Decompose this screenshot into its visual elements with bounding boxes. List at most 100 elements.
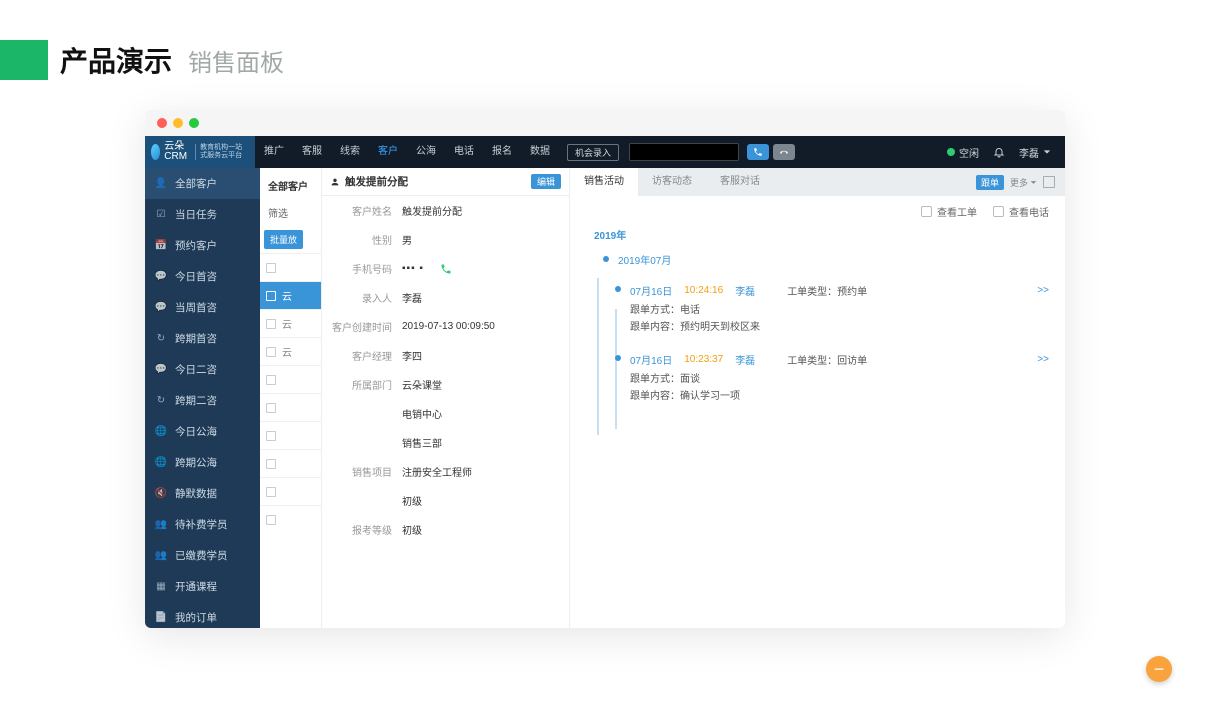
sidebar-item-label: 我的订单: [175, 610, 217, 625]
sidebar-item-7[interactable]: ↻跨期二咨: [145, 385, 260, 416]
detail-value: 李磊: [402, 290, 561, 305]
checkbox-icon[interactable]: [266, 515, 276, 525]
list-row[interactable]: 云: [260, 337, 321, 365]
nav-item-公海[interactable]: 公海: [407, 136, 445, 168]
timeline-axis: [597, 278, 599, 435]
sidebar-item-10[interactable]: 🔇静默数据: [145, 478, 260, 509]
timeline-axis-inner: [615, 309, 617, 429]
phone-icon[interactable]: [440, 263, 452, 275]
nav-item-数据[interactable]: 数据: [521, 136, 559, 168]
sidebar-icon: 🌐: [155, 426, 167, 438]
sidebar-item-14[interactable]: 📄我的订单: [145, 602, 260, 628]
detail-value: 男: [402, 232, 561, 247]
checkbox-icon[interactable]: [266, 403, 276, 413]
batch-release-button[interactable]: 批量放: [264, 230, 303, 249]
entry-more-link[interactable]: >>: [1037, 354, 1049, 365]
follow-badge[interactable]: 跟单: [976, 175, 1004, 190]
nav-item-客户[interactable]: 客户: [369, 136, 407, 168]
sidebar-item-label: 当周首咨: [175, 300, 217, 315]
list-row[interactable]: [260, 477, 321, 505]
copy-icon[interactable]: [1043, 176, 1055, 188]
view-call-checkbox[interactable]: 查看电话: [993, 204, 1049, 219]
nav-item-电话[interactable]: 电话: [445, 136, 483, 168]
activity-tab-1[interactable]: 访客动态: [638, 168, 706, 196]
checkbox-icon[interactable]: [266, 459, 276, 469]
bell-icon[interactable]: [993, 146, 1005, 158]
sidebar-item-4[interactable]: 💬 当周首咨: [145, 292, 260, 323]
sidebar-item-5[interactable]: ↻跨期首咨: [145, 323, 260, 354]
sidebar-item-8[interactable]: 🌐今日公海: [145, 416, 260, 447]
sidebar-item-13[interactable]: ▦开通课程: [145, 571, 260, 602]
sidebar-item-label: 静默数据: [175, 486, 217, 501]
sidebar-item-9[interactable]: 🌐跨期公海: [145, 447, 260, 478]
sidebar-item-2[interactable]: 📅预约客户: [145, 230, 260, 261]
checkbox-icon[interactable]: [266, 431, 276, 441]
sidebar-item-6[interactable]: 💬今日二咨: [145, 354, 260, 385]
checkbox-icon[interactable]: [266, 375, 276, 385]
activity-tab-2[interactable]: 客服对话: [706, 168, 774, 196]
sidebar-icon: 👤: [155, 178, 167, 190]
search-input[interactable]: [629, 143, 739, 161]
sidebar-item-3[interactable]: 💬今日首咨: [145, 261, 260, 292]
list-row[interactable]: [260, 253, 321, 281]
detail-row: 所属部门云朵课堂: [322, 370, 569, 399]
hangup-icon: [779, 147, 789, 157]
filter-label[interactable]: 筛选: [260, 199, 321, 226]
minimize-icon[interactable]: [173, 118, 183, 128]
entry-more-link[interactable]: >>: [1037, 285, 1049, 296]
detail-label: 录入人: [322, 290, 402, 305]
nav-item-推广[interactable]: 推广: [255, 136, 293, 168]
detail-value: 销售三部: [402, 435, 561, 450]
list-row[interactable]: [260, 449, 321, 477]
list-row[interactable]: 云: [260, 281, 321, 309]
sidebar-icon: ☑: [155, 209, 167, 221]
sidebar-icon: 💬: [155, 302, 167, 314]
call-answer-button[interactable]: [747, 144, 769, 160]
user-menu[interactable]: 李磊: [1019, 145, 1051, 160]
status-indicator[interactable]: 空闲: [947, 145, 979, 160]
cloud-icon: [151, 144, 160, 160]
checkbox-icon[interactable]: [266, 487, 276, 497]
sidebar-item-12[interactable]: 👥已缴费学员: [145, 540, 260, 571]
detail-row: 客户经理李四: [322, 341, 569, 370]
detail-label: 手机号码: [322, 261, 402, 276]
logo[interactable]: 云朵CRM 教育机构一站式服务云平台: [145, 136, 255, 168]
masked-phone: ▪▪▪ ▪: [402, 263, 424, 274]
sidebar-icon: 🌐: [155, 457, 167, 469]
detail-label: [322, 435, 402, 450]
call-buttons: [747, 144, 795, 160]
nav-item-报名[interactable]: 报名: [483, 136, 521, 168]
nav-item-线索[interactable]: 线索: [331, 136, 369, 168]
checkbox-icon[interactable]: [266, 291, 276, 301]
list-row[interactable]: [260, 365, 321, 393]
opportunity-entry-button[interactable]: 机会录入: [567, 144, 619, 161]
sidebar-item-label: 预约客户: [175, 238, 217, 253]
detail-row: 客户创建时间2019-07-13 00:09:50: [322, 312, 569, 341]
list-row[interactable]: 云: [260, 309, 321, 337]
view-ticket-checkbox[interactable]: 查看工单: [921, 204, 977, 219]
close-icon[interactable]: [157, 118, 167, 128]
maximize-icon[interactable]: [189, 118, 199, 128]
sidebar-item-0[interactable]: 👤 全部客户: [145, 168, 260, 199]
checkbox-icon[interactable]: [266, 347, 276, 357]
sidebar-item-label: 跨期首咨: [175, 331, 217, 346]
checkbox-icon[interactable]: [266, 263, 276, 273]
page-title-sub: 销售面板: [188, 43, 284, 78]
detail-label: [322, 406, 402, 421]
list-row[interactable]: [260, 393, 321, 421]
edit-button[interactable]: 编辑: [531, 174, 561, 189]
list-row[interactable]: [260, 421, 321, 449]
checkbox-icon[interactable]: [266, 319, 276, 329]
detail-row: 销售项目注册安全工程师: [322, 457, 569, 486]
sidebar-item-1[interactable]: ☑当日任务: [145, 199, 260, 230]
floating-action-button[interactable]: −: [1146, 656, 1172, 682]
more-link[interactable]: 更多: [1010, 176, 1037, 189]
sidebar-item-11[interactable]: 👥待补费学员: [145, 509, 260, 540]
call-hangup-button[interactable]: [773, 144, 795, 160]
sidebar-item-label: 全部客户: [175, 176, 217, 191]
activity-tab-0[interactable]: 销售活动: [570, 168, 638, 196]
list-row[interactable]: [260, 505, 321, 533]
top-nav: 推广客服线索客户公海电话报名数据: [255, 136, 559, 168]
app-window: 云朵CRM 教育机构一站式服务云平台 推广客服线索客户公海电话报名数据 机会录入…: [145, 110, 1065, 628]
nav-item-客服[interactable]: 客服: [293, 136, 331, 168]
